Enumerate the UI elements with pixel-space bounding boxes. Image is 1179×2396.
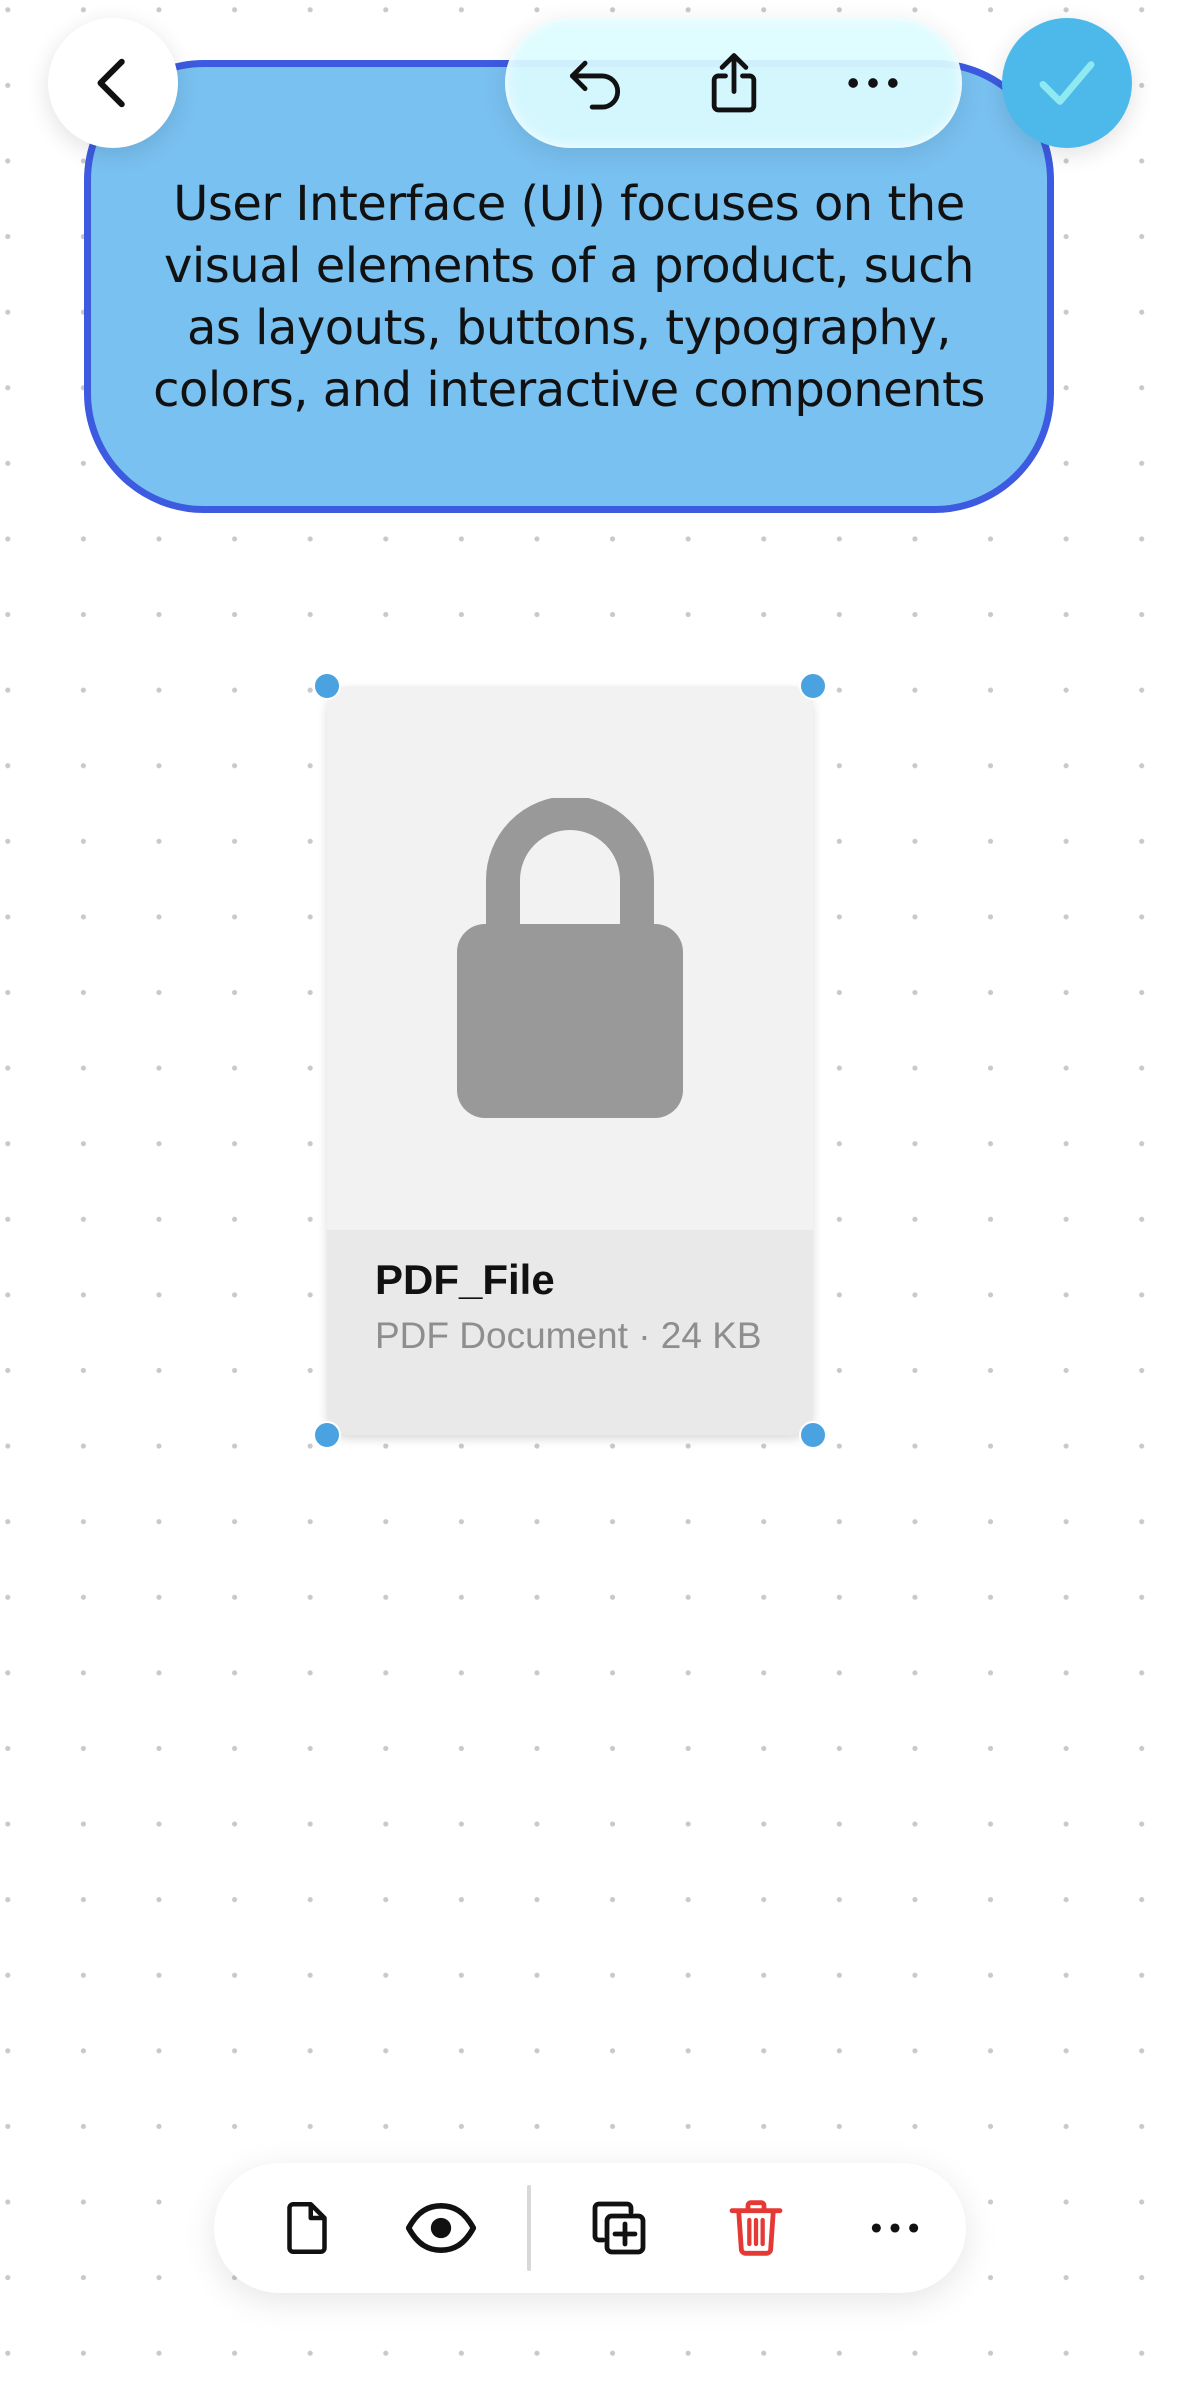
- checkmark-icon: [1039, 61, 1095, 105]
- file-preview: [327, 686, 813, 1230]
- selection-handle-top-left[interactable]: [313, 672, 341, 700]
- undo-button[interactable]: [540, 28, 650, 138]
- document-icon: [287, 2202, 327, 2254]
- trash-icon: [729, 2200, 783, 2256]
- lock-icon: [457, 798, 683, 1118]
- preview-button[interactable]: [386, 2173, 496, 2283]
- duplicate-button[interactable]: [564, 2173, 674, 2283]
- document-button[interactable]: [252, 2173, 362, 2283]
- sticky-note-text: User Interface (UI) focuses on the visua…: [153, 175, 985, 418]
- back-button[interactable]: [48, 18, 178, 148]
- more-actions-button[interactable]: [840, 2173, 950, 2283]
- bottom-toolbar: [214, 2163, 966, 2293]
- more-horizontal-icon: [847, 78, 898, 88]
- toolbar-divider: [527, 2185, 531, 2271]
- file-meta: PDF Document · 24 KB: [375, 1315, 762, 1356]
- top-action-bar: [505, 18, 962, 148]
- more-options-button[interactable]: [818, 28, 928, 138]
- share-icon: [711, 53, 756, 113]
- undo-icon: [569, 60, 620, 110]
- more-horizontal-icon: [871, 2223, 919, 2233]
- file-card[interactable]: PDF_File PDF Document · 24 KB: [327, 686, 813, 1435]
- selection-handle-top-right[interactable]: [799, 672, 827, 700]
- duplicate-icon: [592, 2201, 646, 2255]
- file-name: PDF_File: [375, 1256, 555, 1303]
- eye-icon: [405, 2203, 477, 2253]
- selection-handle-bottom-right[interactable]: [799, 1421, 827, 1449]
- done-button[interactable]: [1002, 18, 1132, 148]
- chevron-left-icon: [97, 58, 125, 108]
- file-info: PDF_File PDF Document · 24 KB: [327, 1230, 813, 1435]
- share-button[interactable]: [679, 28, 789, 138]
- delete-button[interactable]: [701, 2173, 811, 2283]
- selection-handle-bottom-left[interactable]: [313, 1421, 341, 1449]
